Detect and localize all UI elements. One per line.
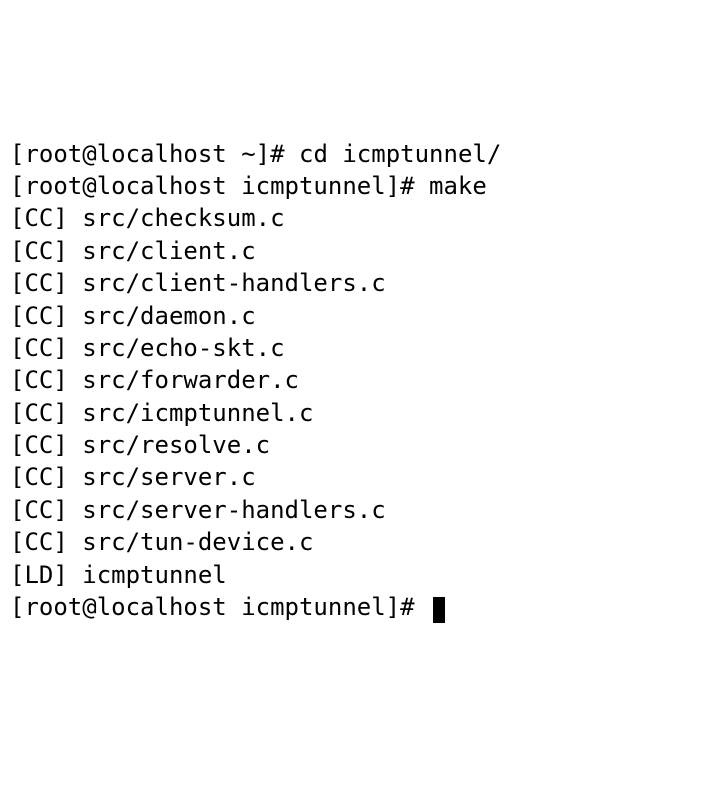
line-text: cd icmptunnel/ (285, 140, 502, 168)
line-prefix: [CC] (10, 463, 68, 491)
cursor-icon (433, 597, 445, 623)
line-prefix: [CC] (10, 431, 68, 459)
terminal-line: [CC] src/client-handlers.c (10, 267, 710, 299)
terminal-output[interactable]: [root@localhost ~]# cd icmptunnel/[root@… (10, 138, 710, 624)
line-prefix: [CC] (10, 334, 68, 362)
line-prefix: [CC] (10, 269, 68, 297)
line-text: src/resolve.c (68, 431, 270, 459)
line-text: src/server.c (68, 463, 256, 491)
terminal-line: [CC] src/server-handlers.c (10, 494, 710, 526)
line-prefix: [CC] (10, 204, 68, 232)
command-input[interactable] (415, 593, 429, 621)
terminal-line: [CC] src/echo-skt.c (10, 332, 710, 364)
line-text: src/echo-skt.c (68, 334, 285, 362)
line-text: src/checksum.c (68, 204, 285, 232)
line-text: src/tun-device.c (68, 528, 314, 556)
line-prefix: [CC] (10, 237, 68, 265)
terminal-line: [CC] src/client.c (10, 235, 710, 267)
terminal-line: [CC] src/resolve.c (10, 429, 710, 461)
terminal-line: [LD] icmptunnel (10, 559, 710, 591)
terminal-line: [root@localhost ~]# cd icmptunnel/ (10, 138, 710, 170)
terminal-line: [CC] src/icmptunnel.c (10, 397, 710, 429)
terminal-line: [root@localhost icmptunnel]# make (10, 170, 710, 202)
line-prefix: [root@localhost ~]# (10, 140, 285, 168)
line-prefix: [CC] (10, 528, 68, 556)
terminal-line: [CC] src/server.c (10, 461, 710, 493)
line-prefix: [CC] (10, 302, 68, 330)
line-prefix: [root@localhost icmptunnel]# (10, 172, 415, 200)
terminal-line: [CC] src/daemon.c (10, 300, 710, 332)
shell-prompt: [root@localhost icmptunnel]# (10, 593, 415, 621)
line-prefix: [CC] (10, 496, 68, 524)
line-text: icmptunnel (68, 561, 227, 589)
line-text: src/daemon.c (68, 302, 256, 330)
line-prefix: [CC] (10, 399, 68, 427)
line-text: src/client-handlers.c (68, 269, 386, 297)
line-text: src/icmptunnel.c (68, 399, 314, 427)
line-text: make (415, 172, 487, 200)
line-text: src/forwarder.c (68, 366, 299, 394)
line-prefix: [CC] (10, 366, 68, 394)
terminal-line: [CC] src/checksum.c (10, 202, 710, 234)
line-text: src/client.c (68, 237, 256, 265)
line-prefix: [LD] (10, 561, 68, 589)
terminal-line: [CC] src/tun-device.c (10, 526, 710, 558)
terminal-line: [CC] src/forwarder.c (10, 364, 710, 396)
line-text: src/server-handlers.c (68, 496, 386, 524)
terminal-prompt-line[interactable]: [root@localhost icmptunnel]# (10, 591, 710, 623)
